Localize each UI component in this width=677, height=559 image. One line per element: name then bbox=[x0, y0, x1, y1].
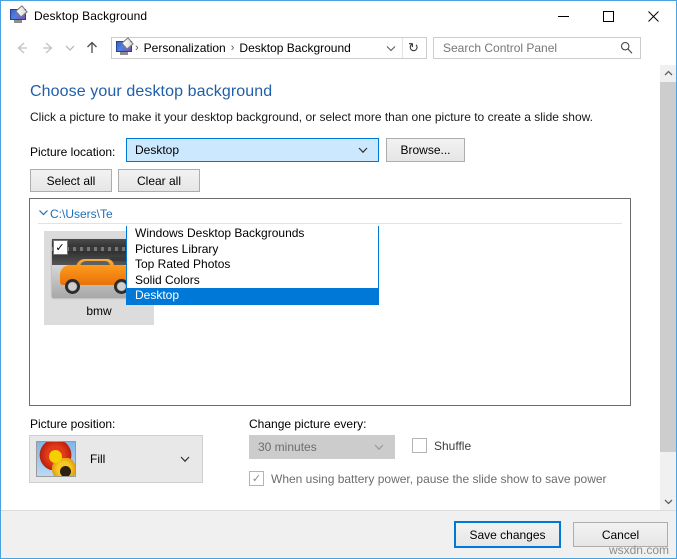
interval-value: 30 minutes bbox=[258, 440, 317, 454]
search-input[interactable] bbox=[441, 40, 611, 56]
up-arrow-icon[interactable] bbox=[79, 35, 105, 61]
chevron-down-icon bbox=[357, 144, 369, 159]
battery-pause-label: When using battery power, pause the slid… bbox=[271, 471, 607, 486]
window-title: Desktop Background bbox=[34, 9, 148, 23]
window-controls bbox=[541, 1, 676, 31]
maximize-button[interactable] bbox=[586, 1, 631, 31]
page-title: Choose your desktop background bbox=[30, 83, 273, 100]
flower-preview-icon bbox=[36, 441, 76, 477]
select-all-button[interactable]: Select all bbox=[30, 169, 112, 192]
battery-pause-option: ✓ When using battery power, pause the sl… bbox=[249, 471, 607, 486]
picture-position-value: Fill bbox=[90, 452, 106, 466]
browse-button[interactable]: Browse... bbox=[386, 138, 465, 162]
scrollbar-thumb[interactable] bbox=[660, 82, 676, 452]
scroll-up-icon[interactable] bbox=[660, 65, 676, 82]
save-changes-button[interactable]: Save changes bbox=[454, 521, 561, 548]
search-icon bbox=[620, 41, 633, 57]
picture-position-label: Picture position: bbox=[30, 417, 116, 431]
battery-pause-checkbox: ✓ bbox=[249, 471, 264, 486]
footer-bar: Save changes Cancel wsxdn.com bbox=[1, 510, 676, 558]
chevron-down-icon bbox=[373, 441, 385, 456]
desktop-background-icon bbox=[10, 5, 28, 24]
breadcrumb-separator: › bbox=[230, 42, 235, 54]
picture-location-value: Desktop bbox=[135, 143, 180, 157]
address-bar[interactable]: › Personalization › Desktop Background ↻ bbox=[111, 37, 427, 59]
picture-location-combobox[interactable]: Desktop bbox=[126, 138, 379, 162]
breadcrumb-desktop-background[interactable]: Desktop Background bbox=[237, 41, 352, 55]
breadcrumb-personalization[interactable]: Personalization bbox=[142, 41, 228, 55]
thumbnail-checkbox[interactable]: ✓ bbox=[52, 240, 68, 255]
picture-location-dropdown-list[interactable]: Windows Desktop Backgrounds Pictures Lib… bbox=[126, 226, 379, 305]
recent-locations-icon[interactable] bbox=[61, 35, 79, 61]
gallery-group-label: C:\Users\Te bbox=[50, 207, 113, 221]
clear-all-button[interactable]: Clear all bbox=[118, 169, 200, 192]
desktop-background-window: Desktop Background › Personalization › D… bbox=[0, 0, 677, 559]
shuffle-checkbox[interactable] bbox=[412, 438, 427, 453]
dropdown-option-solid-colors[interactable]: Solid Colors bbox=[127, 273, 378, 289]
navigation-bar: › Personalization › Desktop Background ↻ bbox=[1, 31, 676, 65]
refresh-icon[interactable]: ↻ bbox=[402, 38, 424, 58]
dropdown-option-desktop[interactable]: Desktop bbox=[127, 288, 378, 304]
search-box[interactable] bbox=[433, 37, 641, 59]
forward-arrow-icon[interactable] bbox=[35, 35, 61, 61]
dropdown-option-pictures-library[interactable]: Pictures Library bbox=[127, 242, 378, 258]
gallery-group-divider bbox=[38, 223, 622, 224]
shuffle-label: Shuffle bbox=[434, 438, 472, 453]
interval-combobox: 30 minutes bbox=[249, 435, 395, 459]
dropdown-option-windows-desktop-backgrounds[interactable]: Windows Desktop Backgrounds bbox=[127, 226, 378, 242]
title-bar: Desktop Background bbox=[1, 1, 676, 31]
chevron-down-icon bbox=[179, 453, 191, 468]
close-button[interactable] bbox=[631, 1, 676, 31]
watermark: wsxdn.com bbox=[608, 543, 669, 557]
change-picture-label: Change picture every: bbox=[249, 417, 367, 431]
address-dropdown-icon[interactable] bbox=[382, 38, 400, 58]
content-area: Choose your desktop background Click a p… bbox=[1, 65, 676, 510]
minimize-button[interactable] bbox=[541, 1, 586, 31]
scroll-down-icon[interactable] bbox=[660, 493, 676, 510]
dropdown-option-top-rated-photos[interactable]: Top Rated Photos bbox=[127, 257, 378, 273]
picture-position-combobox[interactable]: Fill bbox=[29, 435, 203, 483]
chevron-down-icon[interactable] bbox=[38, 207, 50, 221]
shuffle-option[interactable]: Shuffle bbox=[412, 438, 471, 453]
gallery-group-header[interactable]: C:\Users\Te bbox=[30, 204, 630, 224]
page-description: Click a picture to make it your desktop … bbox=[30, 110, 593, 124]
desktop-background-icon bbox=[116, 37, 134, 56]
back-arrow-icon[interactable] bbox=[9, 35, 35, 61]
vertical-scrollbar[interactable] bbox=[659, 65, 676, 510]
picture-location-label: Picture location: bbox=[30, 145, 116, 159]
thumbnail-label: bmw bbox=[86, 304, 112, 318]
